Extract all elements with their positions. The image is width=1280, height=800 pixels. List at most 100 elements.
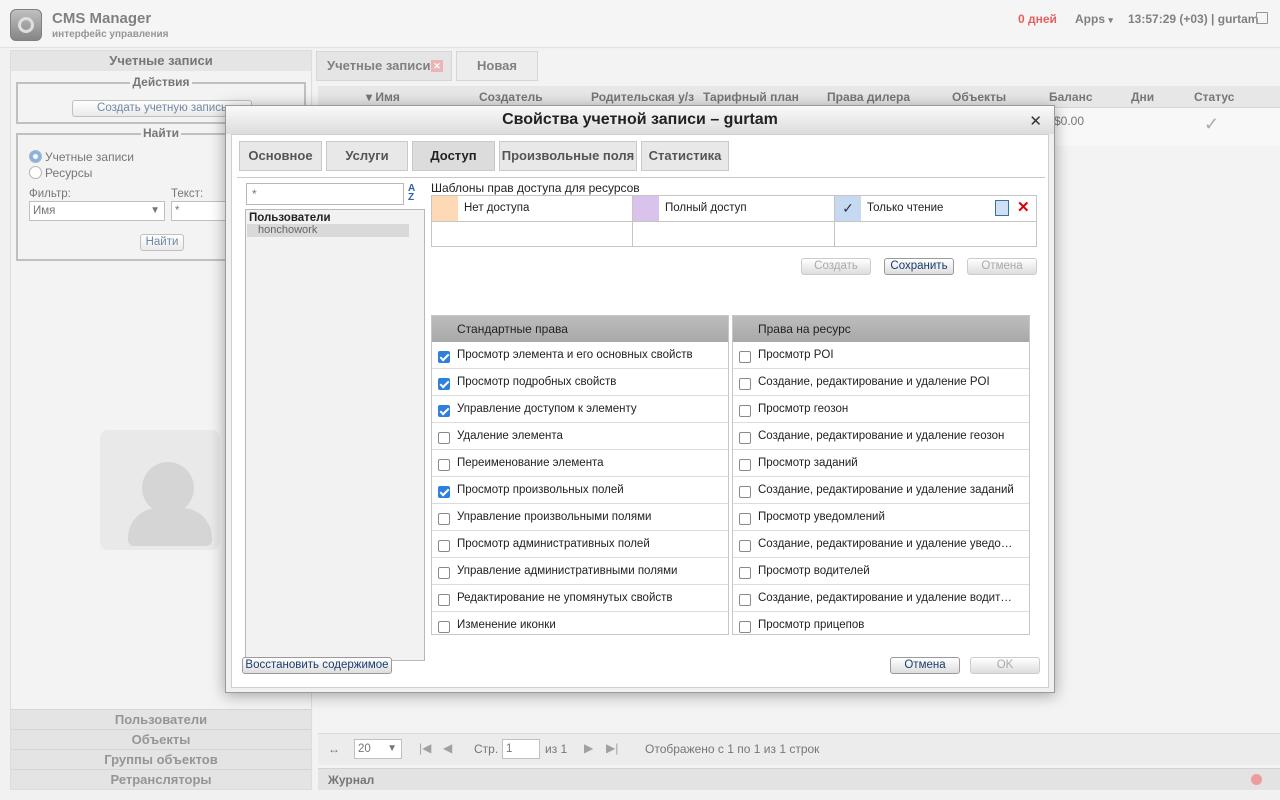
permission-row[interactable]: Просмотр прицепов: [733, 612, 1029, 634]
resource-rights-table: Права на ресурс Просмотр POI Создание, ре…: [732, 315, 1030, 635]
permission-checkbox[interactable]: [438, 351, 450, 363]
permission-checkbox[interactable]: [438, 405, 450, 417]
permission-row[interactable]: Просмотр уведомлений: [733, 504, 1029, 531]
permission-checkbox[interactable]: [739, 432, 751, 444]
template-full-access[interactable]: Полный доступ: [633, 196, 835, 222]
restore-contents-button[interactable]: Восстановить содержимое: [242, 657, 392, 674]
template-color-swatch: [633, 196, 659, 221]
cancel-button[interactable]: Отмена: [890, 657, 960, 674]
permission-row[interactable]: Переименование элемента: [432, 450, 728, 477]
permission-label: Просмотр элемента и его основных свойств: [457, 349, 693, 361]
permission-row[interactable]: Управление произвольными полями: [432, 504, 728, 531]
user-item[interactable]: honchowork: [247, 224, 409, 237]
permission-row[interactable]: Просмотр POI: [733, 342, 1029, 369]
template-label: Нет доступа: [464, 202, 530, 214]
standard-rights-list: Просмотр элемента и его основных свойств…: [432, 342, 728, 634]
resource-rights-header: Права на ресурс: [733, 316, 1029, 342]
permission-checkbox[interactable]: [438, 513, 450, 525]
dialog-body: Основное Услуги Доступ Произвольные поля…: [231, 134, 1049, 688]
copy-icon[interactable]: [995, 200, 1009, 216]
permission-row[interactable]: Создание, редактирование и удаление води…: [733, 585, 1029, 612]
permission-label: Просмотр подробных свойств: [457, 376, 617, 388]
ok-button[interactable]: OK: [970, 657, 1040, 674]
permission-row[interactable]: Управление административными полями: [432, 558, 728, 585]
template-empty-cell: [432, 222, 633, 247]
permission-label: Изменение иконки: [457, 619, 556, 631]
templates-title: Шаблоны прав доступа для ресурсов: [431, 181, 640, 195]
sort-az-icon[interactable]: AZ: [408, 184, 415, 203]
tab-general[interactable]: Основное: [239, 141, 322, 171]
permission-label: Просмотр административных полей: [457, 538, 650, 550]
permission-label: Создание, редактирование и удаление геоз…: [758, 430, 1005, 442]
permission-checkbox[interactable]: [438, 594, 450, 606]
dialog-title: Свойства учетной записи – gurtam: [226, 106, 1054, 134]
permission-checkbox[interactable]: [438, 567, 450, 579]
permission-checkbox[interactable]: [438, 540, 450, 552]
permission-label: Создание, редактирование и удаление увед…: [758, 538, 1013, 550]
permission-row[interactable]: Просмотр заданий: [733, 450, 1029, 477]
permission-row[interactable]: Просмотр административных полей: [432, 531, 728, 558]
permission-checkbox[interactable]: [739, 405, 751, 417]
delete-icon[interactable]: ✕: [1017, 198, 1030, 216]
permission-label: Управление административными полями: [457, 565, 678, 577]
permission-checkbox[interactable]: [438, 378, 450, 390]
template-color-swatch: ✓: [835, 196, 861, 221]
permission-row[interactable]: Просмотр водителей: [733, 558, 1029, 585]
permission-label: Создание, редактирование и удаление зада…: [758, 484, 1014, 496]
permission-checkbox[interactable]: [739, 486, 751, 498]
permission-label: Просмотр водителей: [758, 565, 870, 577]
permission-checkbox[interactable]: [739, 459, 751, 471]
permission-row[interactable]: Удаление элемента: [432, 423, 728, 450]
tab-statistics[interactable]: Статистика: [641, 141, 729, 171]
template-label: Только чтение: [867, 202, 944, 214]
permission-label: Управление произвольными полями: [457, 511, 652, 523]
permission-label: Просмотр геозон: [758, 403, 849, 415]
permission-label: Просмотр заданий: [758, 457, 858, 469]
permission-checkbox[interactable]: [438, 621, 450, 633]
permission-checkbox[interactable]: [438, 486, 450, 498]
save-template-button[interactable]: Сохранить: [884, 258, 954, 275]
permission-row[interactable]: Просмотр подробных свойств: [432, 369, 728, 396]
standard-rights-table: Стандартные права Просмотр элемента и ег…: [431, 315, 729, 635]
permission-checkbox[interactable]: [739, 351, 751, 363]
template-no-access[interactable]: Нет доступа: [432, 196, 633, 222]
template-label: Полный доступ: [665, 202, 747, 214]
permission-row[interactable]: Создание, редактирование и удаление зада…: [733, 477, 1029, 504]
permission-row[interactable]: Создание, редактирование и удаление увед…: [733, 531, 1029, 558]
tab-access[interactable]: Доступ: [412, 141, 495, 171]
permission-label: Создание, редактирование и удаление води…: [758, 592, 1012, 604]
permission-checkbox[interactable]: [739, 513, 751, 525]
permission-row[interactable]: Создание, редактирование и удаление POI: [733, 369, 1029, 396]
tab-custom-fields[interactable]: Произвольные поля: [499, 141, 637, 171]
permission-row[interactable]: Изменение иконки: [432, 612, 728, 634]
permission-checkbox[interactable]: [739, 594, 751, 606]
permission-checkbox[interactable]: [739, 567, 751, 579]
close-icon[interactable]: ✕: [1029, 112, 1042, 130]
permission-checkbox[interactable]: [438, 432, 450, 444]
user-list: Пользователи honchowork: [245, 209, 425, 661]
permission-checkbox[interactable]: [739, 378, 751, 390]
standard-rights-header: Стандартные права: [432, 316, 728, 342]
tab-divider: [237, 177, 1045, 178]
permission-row[interactable]: Просмотр геозон: [733, 396, 1029, 423]
templates-table: Нет доступа Полный доступ ✓ Только чтени…: [431, 195, 1037, 247]
permission-label: Просмотр уведомлений: [758, 511, 885, 523]
template-color-swatch: [432, 196, 458, 221]
permission-row[interactable]: Редактирование не упомянутых свойств: [432, 585, 728, 612]
permission-label: Удаление элемента: [457, 430, 563, 442]
permission-checkbox[interactable]: [739, 540, 751, 552]
permission-row[interactable]: Создание, редактирование и удаление геоз…: [733, 423, 1029, 450]
create-template-button[interactable]: Создать: [801, 258, 871, 275]
permission-row[interactable]: Просмотр элемента и его основных свойств: [432, 342, 728, 369]
permission-label: Просмотр прицепов: [758, 619, 865, 631]
template-read-only[interactable]: ✓ Только чтение ✕: [835, 196, 1036, 222]
cancel-template-button[interactable]: Отмена: [967, 258, 1037, 275]
user-search-input[interactable]: *: [246, 183, 404, 205]
permission-label: Управление доступом к элементу: [457, 403, 637, 415]
permission-row[interactable]: Управление доступом к элементу: [432, 396, 728, 423]
permission-checkbox[interactable]: [739, 621, 751, 633]
tab-services[interactable]: Услуги: [326, 141, 408, 171]
account-properties-dialog: Свойства учетной записи – gurtam ✕ Основ…: [225, 105, 1055, 693]
permission-row[interactable]: Просмотр произвольных полей: [432, 477, 728, 504]
permission-checkbox[interactable]: [438, 459, 450, 471]
